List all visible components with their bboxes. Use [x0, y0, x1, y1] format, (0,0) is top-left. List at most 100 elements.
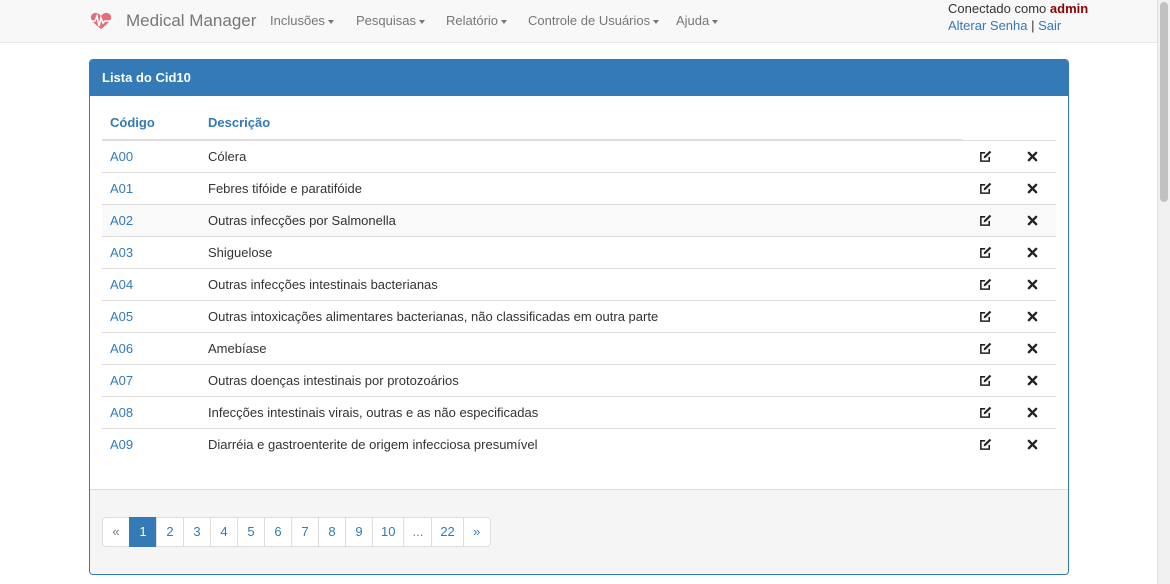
- delete-icon: [1017, 183, 1048, 194]
- scrollbar-thumb[interactable]: [1160, 2, 1168, 202]
- edit-button[interactable]: [962, 203, 1009, 236]
- delete-icon: [1017, 311, 1048, 322]
- delete-button[interactable]: [1009, 363, 1056, 396]
- column-header-delete: [1009, 106, 1056, 140]
- delete-button[interactable]: [1009, 171, 1056, 204]
- cid-code-link[interactable]: A01: [102, 171, 200, 204]
- delete-icon: [1017, 151, 1048, 162]
- separator: |: [1031, 18, 1035, 33]
- pagination-page[interactable]: 2: [156, 517, 184, 547]
- delete-button[interactable]: [1009, 267, 1056, 300]
- cid-code-link[interactable]: A04: [102, 267, 200, 300]
- brand-title[interactable]: Medical Manager: [126, 11, 256, 31]
- pagination-page[interactable]: 3: [183, 517, 211, 547]
- delete-button[interactable]: [1009, 395, 1056, 428]
- table-row: A07 Outras doenças intestinais por protoz…: [102, 363, 1056, 396]
- cid-description: Shiguelose: [200, 235, 962, 268]
- edit-icon: [970, 310, 1001, 323]
- table-row: A05 Outras intoxicações alimentares bacte…: [102, 299, 1056, 332]
- menu-ajuda[interactable]: Ajuda: [676, 13, 719, 29]
- pagination-ellipsis[interactable]: ...: [403, 517, 433, 547]
- change-password-link[interactable]: Alterar Senha: [948, 18, 1028, 33]
- edit-button[interactable]: [962, 267, 1009, 300]
- table-row: A03 Shiguelose: [102, 235, 1056, 268]
- delete-button[interactable]: [1009, 203, 1056, 236]
- cid-code-link[interactable]: A00: [102, 139, 200, 172]
- delete-button[interactable]: [1009, 139, 1056, 172]
- edit-button[interactable]: [962, 331, 1009, 364]
- delete-button[interactable]: [1009, 299, 1056, 332]
- delete-icon: [1017, 439, 1048, 450]
- delete-button[interactable]: [1009, 427, 1056, 460]
- username: admin: [1049, 1, 1089, 16]
- menu-label: Inclusões: [270, 13, 325, 28]
- table-header-row: Código Descrição: [102, 106, 1056, 141]
- column-header-code[interactable]: Código: [102, 106, 200, 141]
- panel-footer: «1 2 3 4 5 6 7 8 9 10... 22»: [90, 489, 1068, 574]
- table-row: A09 Diarréia e gastroenterite de origem i…: [102, 427, 1056, 460]
- edit-icon: [970, 278, 1001, 291]
- caret-down-icon: [418, 19, 425, 24]
- pagination-page[interactable]: 9: [345, 517, 373, 547]
- edit-button[interactable]: [962, 299, 1009, 332]
- cid-description: Outras intoxicações alimentares bacteria…: [200, 299, 962, 332]
- pagination-page[interactable]: 6: [264, 517, 292, 547]
- menu-label: Ajuda: [676, 13, 710, 28]
- cid-code-link[interactable]: A03: [102, 235, 200, 268]
- table-row: A02 Outras infecções por Salmonella: [102, 203, 1056, 236]
- cid-code-link[interactable]: A05: [102, 299, 200, 332]
- delete-icon: [1017, 407, 1048, 418]
- edit-button[interactable]: [962, 235, 1009, 268]
- edit-icon: [970, 246, 1001, 259]
- logged-in-text: Conectado como admin: [948, 0, 1088, 17]
- user-area: Conectado como admin Alterar Senha | Sai…: [948, 0, 1088, 34]
- delete-icon: [1017, 215, 1048, 226]
- pagination-page[interactable]: 4: [210, 517, 238, 547]
- cid-code-link[interactable]: A07: [102, 363, 200, 396]
- pagination: «1 2 3 4 5 6 7 8 9 10... 22»: [102, 517, 491, 547]
- pagination-prev[interactable]: «: [102, 517, 130, 547]
- cid-code-link[interactable]: A02: [102, 203, 200, 236]
- cid-code-link[interactable]: A06: [102, 331, 200, 364]
- pagination-page[interactable]: 1: [129, 517, 157, 547]
- caret-down-icon: [653, 19, 660, 24]
- menu-label: Relatório: [446, 13, 499, 28]
- edit-button[interactable]: [962, 395, 1009, 428]
- logout-link[interactable]: Sair: [1038, 18, 1061, 33]
- menu-pesquisas[interactable]: Pesquisas: [356, 13, 425, 29]
- delete-button[interactable]: [1009, 331, 1056, 364]
- edit-icon: [970, 438, 1001, 451]
- logged-in-prefix: Conectado como: [948, 1, 1050, 16]
- edit-button[interactable]: [962, 139, 1009, 172]
- pagination-page[interactable]: 10: [372, 517, 405, 547]
- edit-button[interactable]: [962, 171, 1009, 204]
- edit-icon: [970, 182, 1001, 195]
- pagination-page[interactable]: 5: [237, 517, 265, 547]
- edit-button[interactable]: [962, 363, 1009, 396]
- pagination-page[interactable]: 22: [431, 517, 464, 547]
- caret-down-icon: [501, 19, 508, 24]
- caret-down-icon: [712, 19, 719, 24]
- menu-controle-usuarios[interactable]: Controle de Usuários: [528, 13, 660, 29]
- cid-description: Amebíase: [200, 331, 962, 364]
- cid-description: Outras doenças intestinais por protozoár…: [200, 363, 962, 396]
- vertical-scrollbar[interactable]: [1157, 0, 1170, 584]
- column-header-description[interactable]: Descrição: [200, 106, 962, 141]
- cid-code-link[interactable]: A09: [102, 427, 200, 460]
- panel-title: Lista do Cid10: [90, 60, 1068, 96]
- menu-relatorio[interactable]: Relatório: [446, 13, 508, 29]
- edit-button[interactable]: [962, 427, 1009, 460]
- cid-description: Outras infecções intestinais bacterianas: [200, 267, 962, 300]
- delete-icon: [1017, 343, 1048, 354]
- menu-inclusoes[interactable]: Inclusões: [270, 13, 334, 29]
- pagination-next[interactable]: »: [462, 517, 491, 547]
- delete-icon: [1017, 279, 1048, 290]
- pagination-page[interactable]: 8: [318, 517, 346, 547]
- cid-description: Infecções intestinais virais, outras e a…: [200, 395, 962, 428]
- caret-down-icon: [327, 19, 334, 24]
- pagination-page[interactable]: 7: [291, 517, 319, 547]
- cid-code-link[interactable]: A08: [102, 395, 200, 428]
- top-navbar: Medical Manager Inclusões Pesquisas Rela…: [0, 0, 1157, 43]
- edit-icon: [970, 342, 1001, 355]
- delete-button[interactable]: [1009, 235, 1056, 268]
